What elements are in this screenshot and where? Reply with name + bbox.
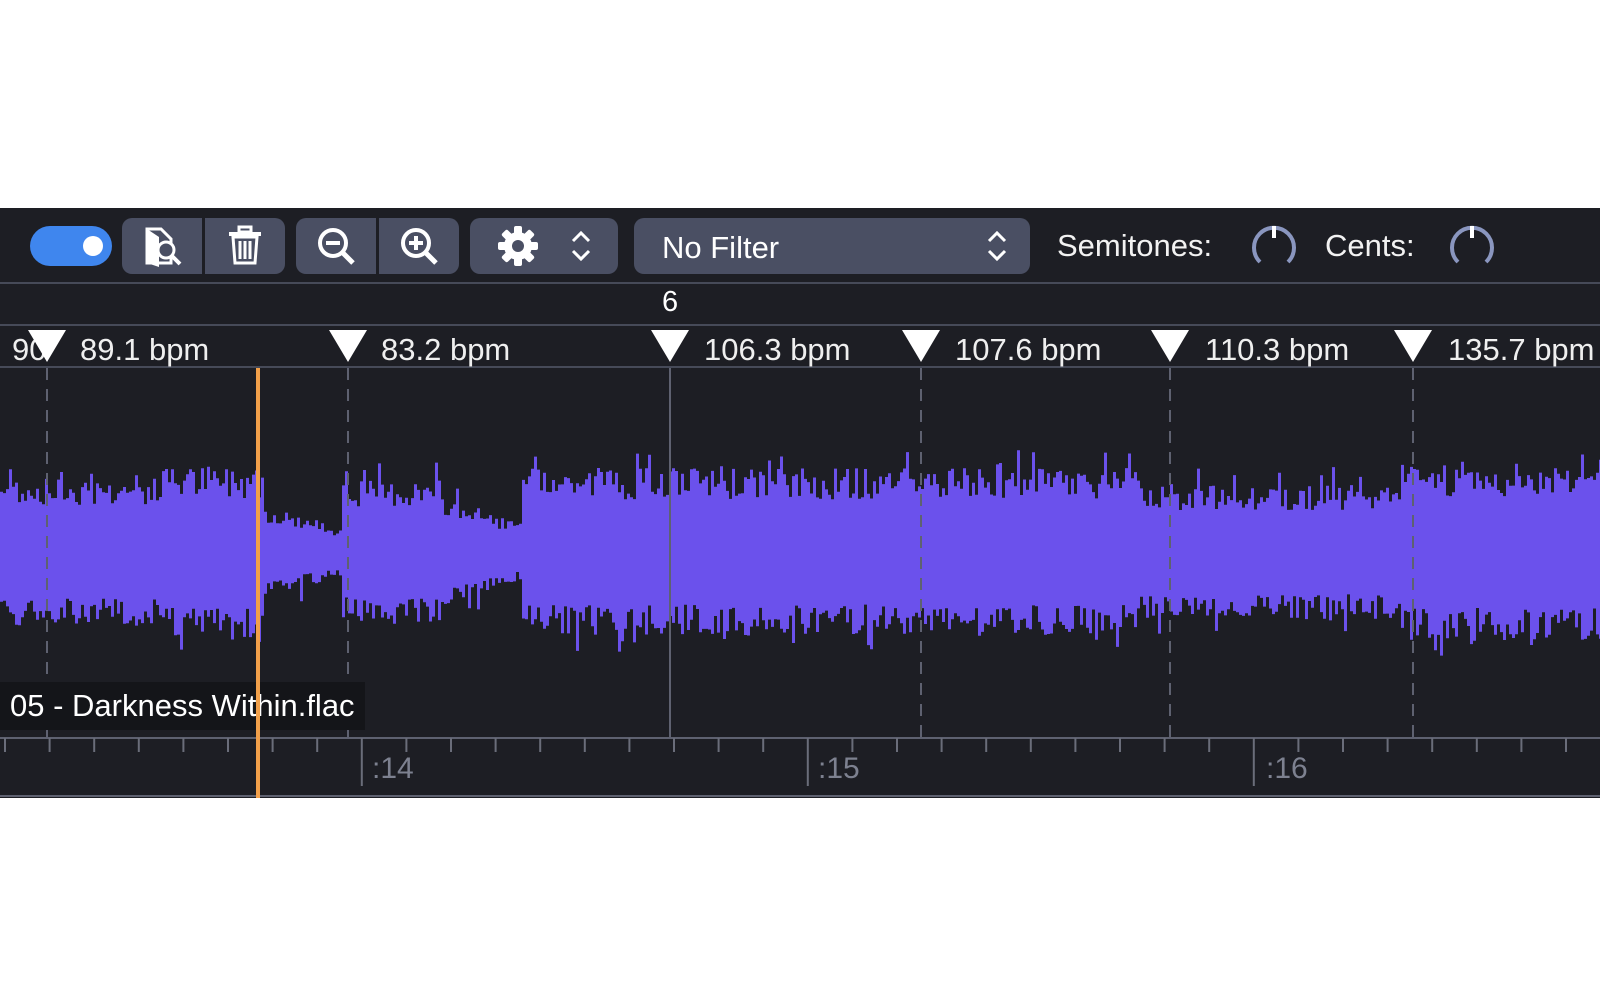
gear-icon [498,226,538,266]
settings-dropdown[interactable] [470,218,618,274]
filter-value: No Filter [662,230,780,265]
tempo-marker-handle [28,330,66,362]
tempo-marker-handle [329,330,367,362]
tempo-marker-handle [902,330,940,362]
trash-icon [229,225,261,265]
find-button[interactable] [122,218,202,274]
semitones-knob[interactable] [1250,222,1298,270]
toggle-knob [83,236,103,256]
chevron-updown-icon [571,230,591,262]
semitones-label: Semitones: [1057,228,1213,263]
toolbar-divider [0,282,1600,284]
zoom-in-button[interactable] [379,218,459,274]
timeline-ruler[interactable] [0,736,1600,798]
playhead[interactable] [256,368,260,798]
tempo-marker-handle [1394,330,1432,362]
track-filename: 05 - Darkness Within.flac [0,682,365,730]
tempo-marker-handle [651,330,689,362]
filter-select[interactable]: No Filter [634,218,1030,274]
bar-number: 6 [662,286,679,318]
audio-editor-panel: No Filter Semitones: Cents: 6 90 89.1 bp… [0,208,1600,798]
enable-toggle[interactable] [30,226,112,266]
time-label: :16 [1266,752,1308,785]
delete-button[interactable] [205,218,285,274]
zoom-out-icon [318,228,355,265]
time-label: :15 [818,752,860,785]
tempo-markers [28,330,1432,738]
time-label: :14 [372,752,414,785]
zoom-in-icon [401,228,438,265]
zoom-out-button[interactable] [296,218,376,274]
cents-label: Cents: [1325,228,1415,263]
chevron-updown-icon [987,230,1007,262]
tempo-marker-handle [1151,330,1189,362]
document-search-icon [145,227,182,267]
cents-knob[interactable] [1448,222,1496,270]
toolbar: No Filter Semitones: Cents: [0,208,1600,282]
